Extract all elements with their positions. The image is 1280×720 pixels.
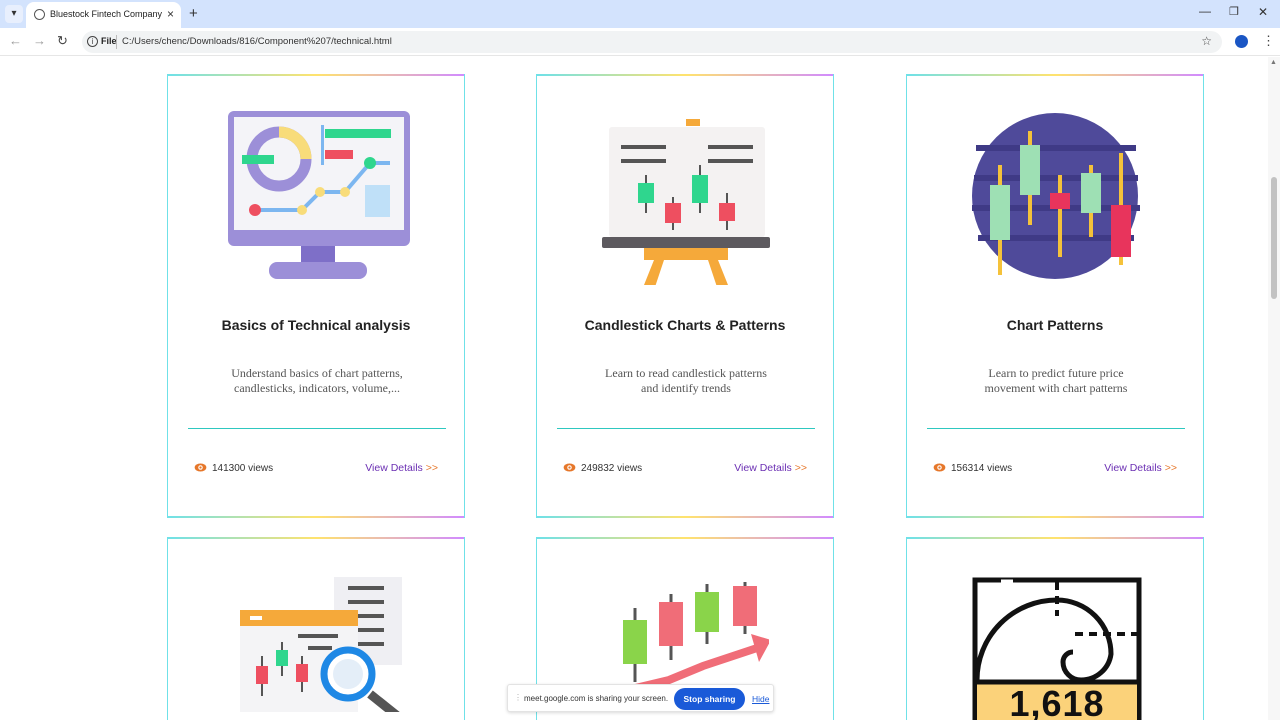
view-count: 249832 views bbox=[581, 463, 643, 474]
card-divider bbox=[188, 428, 446, 429]
course-card: Candlestick Charts & Patterns Learn to r… bbox=[536, 74, 834, 518]
card-title: Candlestick Charts & Patterns bbox=[584, 317, 786, 333]
view-details-link[interactable]: View Details >> bbox=[1104, 462, 1177, 474]
view-details-link[interactable]: View Details >> bbox=[365, 462, 438, 474]
course-card: Basics of Technical analysis Understand … bbox=[167, 74, 465, 518]
address-bar[interactable]: i File C:/Users/chenc/Downloads/816/Comp… bbox=[82, 31, 1222, 53]
vertical-scrollbar[interactable]: ▲ bbox=[1268, 57, 1280, 720]
reload-icon[interactable]: ↻ bbox=[57, 33, 68, 49]
bookmark-star-icon[interactable]: ☆ bbox=[1201, 34, 1212, 48]
view-details-label: View Details bbox=[365, 462, 423, 474]
menu-kebab-icon[interactable]: ⋮ bbox=[1262, 33, 1275, 49]
scrollbar-thumb[interactable] bbox=[1271, 177, 1277, 299]
tab-search-icon[interactable]: ▾ bbox=[5, 5, 23, 23]
card-gradient-border bbox=[168, 516, 464, 518]
profile-avatar-icon[interactable] bbox=[1235, 35, 1248, 48]
minimize-icon[interactable]: — bbox=[1199, 4, 1211, 18]
chart-patterns-illustration bbox=[972, 113, 1140, 279]
screen-share-bar: ⋮ meet.google.com is sharing your screen… bbox=[507, 684, 774, 712]
card-divider bbox=[557, 428, 815, 429]
view-details-label: View Details bbox=[734, 462, 792, 474]
browser-toolbar: ← → ↻ i File C:/Users/chenc/Downloads/81… bbox=[0, 28, 1280, 56]
tab-title: Bluestock Fintech Company bbox=[50, 9, 163, 19]
forward-arrow-icon[interactable]: → bbox=[33, 33, 46, 48]
drag-handle-icon[interactable]: ⋮ bbox=[514, 693, 522, 702]
card-description: Learn to predict future price movement w… bbox=[947, 366, 1165, 396]
card-description: Learn to read candlestick patterns and i… bbox=[577, 366, 795, 396]
card-description-line: and identify trends bbox=[641, 381, 731, 395]
page-content: Basics of Technical analysis Understand … bbox=[0, 57, 1268, 720]
card-description-line: candlesticks, indicators, volume,... bbox=[234, 381, 400, 395]
browser-tab-bar: ▾ Bluestock Fintech Company × + — ❐ ✕ bbox=[0, 0, 1280, 28]
new-tab-icon[interactable]: + bbox=[189, 5, 198, 22]
view-count: 156314 views bbox=[951, 463, 1013, 474]
card-description-line: Understand basics of chart patterns, bbox=[231, 366, 403, 380]
view-count: 141300 views bbox=[212, 463, 274, 474]
view-details-arrows: >> bbox=[1164, 462, 1177, 474]
card-description-line: Learn to predict future price bbox=[988, 366, 1124, 380]
card-description-line: Learn to read candlestick patterns bbox=[605, 366, 767, 380]
eye-icon bbox=[933, 463, 946, 472]
card-gradient-border bbox=[907, 516, 1203, 518]
card-description-line: movement with chart patterns bbox=[984, 381, 1128, 395]
restore-icon[interactable]: ❐ bbox=[1229, 5, 1239, 18]
card-title: Chart Patterns bbox=[1006, 317, 1104, 333]
info-icon[interactable]: i bbox=[87, 36, 98, 47]
address-scheme: File bbox=[101, 36, 117, 46]
share-message: meet.google.com is sharing your screen. bbox=[524, 694, 669, 703]
hide-link[interactable]: Hide bbox=[752, 694, 769, 704]
course-card: Chart Patterns Learn to predict future p… bbox=[906, 74, 1204, 518]
course-card: 1,618 bbox=[906, 537, 1204, 720]
scroll-up-arrow-icon[interactable]: ▲ bbox=[1270, 59, 1277, 66]
close-tab-icon[interactable]: × bbox=[167, 7, 174, 21]
card-description: Understand basics of chart patterns, can… bbox=[208, 366, 426, 396]
browser-tab[interactable]: Bluestock Fintech Company × bbox=[26, 2, 181, 28]
view-details-arrows: >> bbox=[794, 462, 807, 474]
address-divider bbox=[116, 35, 117, 49]
monitor-dashboard-illustration bbox=[228, 111, 410, 279]
course-card bbox=[167, 537, 465, 720]
eye-icon bbox=[563, 463, 576, 472]
window-close-icon[interactable]: ✕ bbox=[1258, 5, 1268, 19]
address-url[interactable]: C:/Users/chenc/Downloads/816/Component%2… bbox=[122, 36, 392, 47]
card-title: Basics of Technical analysis bbox=[221, 317, 411, 333]
candlestick-easel-illustration bbox=[602, 119, 770, 285]
card-divider bbox=[927, 428, 1185, 429]
chart-analysis-magnifier-illustration bbox=[240, 577, 402, 712]
golden-ratio-value: 1,618 bbox=[1009, 683, 1105, 720]
eye-icon bbox=[194, 463, 207, 472]
view-details-link[interactable]: View Details >> bbox=[734, 462, 807, 474]
view-details-arrows: >> bbox=[425, 462, 438, 474]
card-gradient-border bbox=[537, 516, 833, 518]
globe-icon bbox=[34, 9, 45, 20]
stop-sharing-button[interactable]: Stop sharing bbox=[674, 688, 745, 710]
back-arrow-icon[interactable]: ← bbox=[9, 33, 22, 48]
view-details-label: View Details bbox=[1104, 462, 1162, 474]
